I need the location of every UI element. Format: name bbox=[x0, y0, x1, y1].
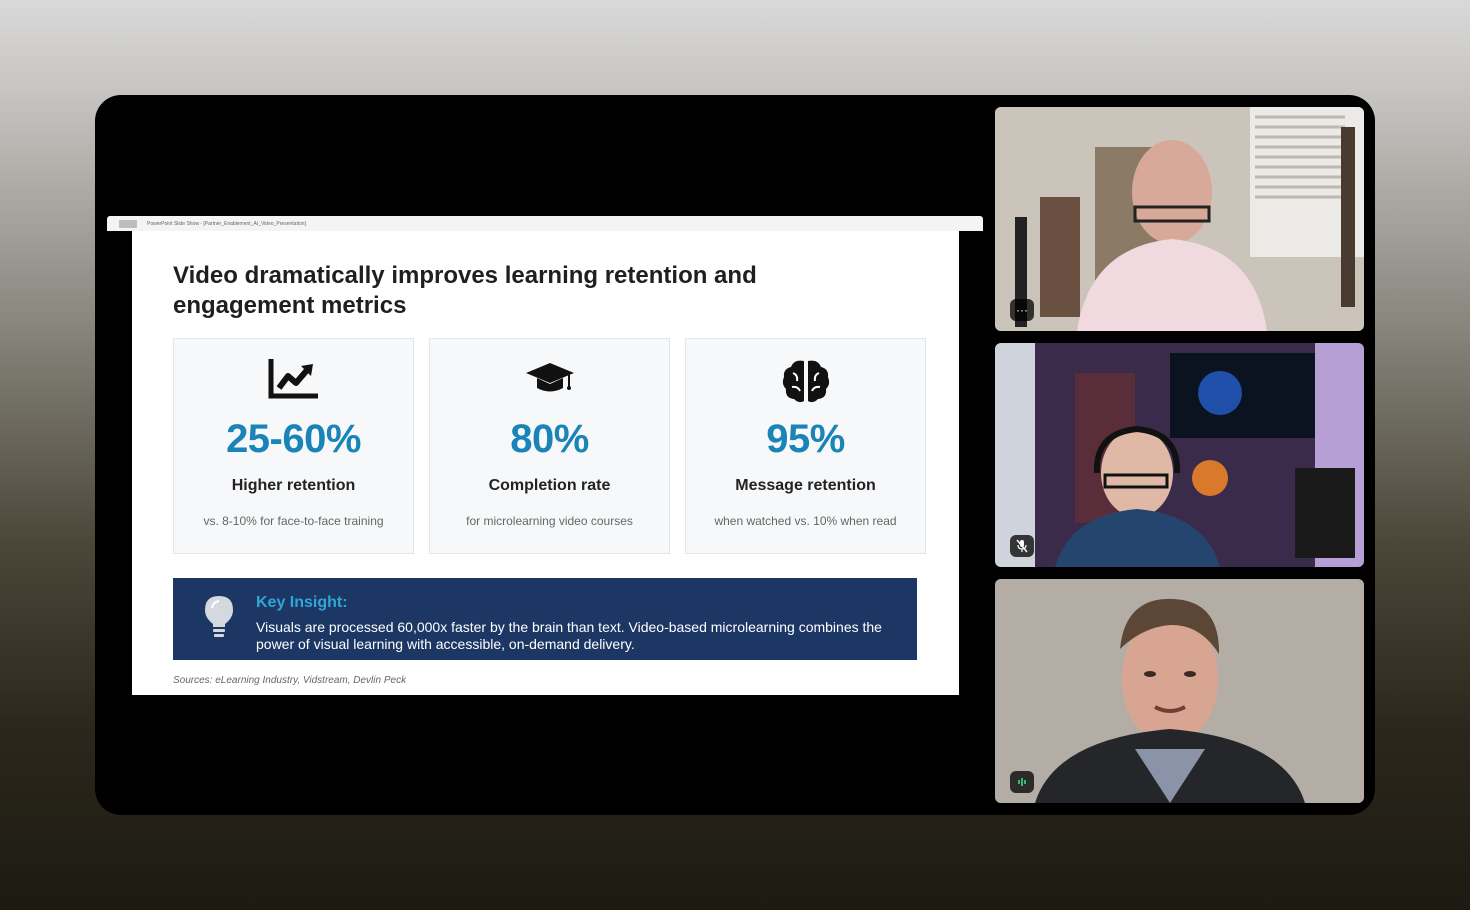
mic-muted-icon[interactable] bbox=[1010, 535, 1034, 557]
stat-label: Completion rate bbox=[488, 477, 611, 494]
participant-video-tile[interactable] bbox=[995, 343, 1364, 567]
stat-value: 25-60% bbox=[226, 417, 361, 461]
participant-video-feed bbox=[995, 107, 1364, 331]
stat-label: Higher retention bbox=[231, 477, 356, 494]
shared-window-title: PowerPoint Slide Show - [Partner_Enablem… bbox=[147, 220, 306, 227]
stat-note: when watched vs. 10% when read bbox=[714, 514, 897, 528]
slide-sources: Sources: eLearning Industry, Vidstream, … bbox=[173, 675, 407, 686]
app-icon bbox=[119, 219, 137, 228]
more-options-icon[interactable]: ··· bbox=[1010, 299, 1034, 321]
meeting-window: PowerPoint Slide Show - [Partner_Enablem… bbox=[95, 95, 1375, 815]
stat-card-message-retention: 95% Message retention when watched vs. 1… bbox=[685, 338, 926, 554]
participant-video-feed bbox=[995, 343, 1364, 567]
stat-label: Message retention bbox=[735, 477, 876, 494]
participant-video-feed bbox=[995, 579, 1364, 803]
brain-icon bbox=[686, 357, 925, 405]
stat-note: vs. 8-10% for face-to-face training bbox=[203, 514, 384, 528]
speaking-icon[interactable] bbox=[1010, 771, 1034, 793]
stat-card-retention: 25-60% Higher retention vs. 8-10% for fa… bbox=[173, 338, 414, 554]
lightbulb-icon bbox=[203, 594, 235, 645]
slide-title: Video dramatically improves learning ret… bbox=[173, 262, 757, 319]
stat-value: 80% bbox=[510, 417, 589, 461]
graduation-cap-icon bbox=[430, 357, 669, 405]
participant-video-tile[interactable]: ··· bbox=[995, 107, 1364, 331]
presentation-slide: Video dramatically improves learning ret… bbox=[132, 231, 959, 695]
stat-note: for microlearning video courses bbox=[466, 514, 633, 528]
stat-value: 95% bbox=[766, 417, 845, 461]
stat-card-completion: 80% Completion rate for microlearning vi… bbox=[429, 338, 670, 554]
shared-window-titlebar: PowerPoint Slide Show - [Partner_Enablem… bbox=[107, 216, 983, 231]
insight-body: Visuals are processed 60,000x faster by … bbox=[256, 619, 882, 652]
chart-line-icon bbox=[174, 357, 413, 405]
participant-video-tile[interactable] bbox=[995, 579, 1364, 803]
insight-heading: Key Insight: bbox=[256, 594, 348, 611]
key-insight-box: Key Insight: Visuals are processed 60,00… bbox=[173, 578, 917, 660]
